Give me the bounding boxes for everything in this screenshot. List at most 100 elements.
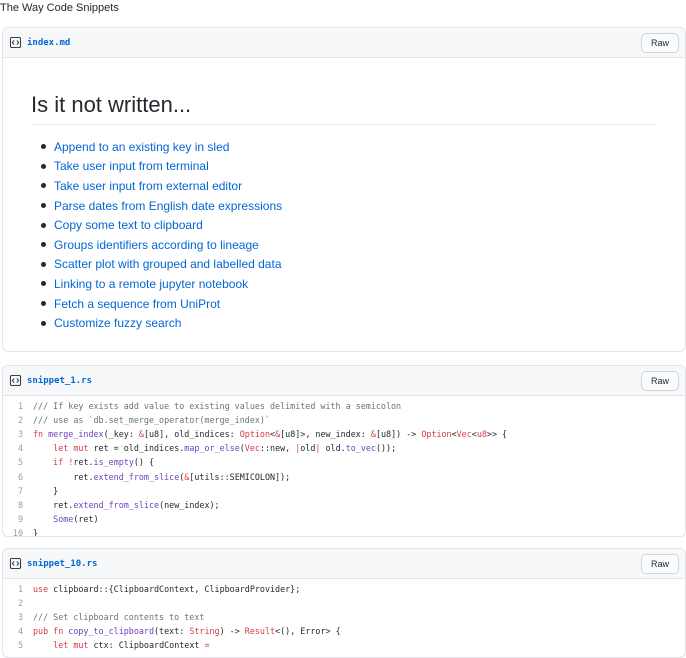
line-number[interactable]: 9 xyxy=(3,514,33,524)
raw-button[interactable]: Raw xyxy=(640,553,679,574)
snippet-link-label[interactable]: Groups identifiers according to lineage xyxy=(54,238,259,252)
code-token: Result xyxy=(244,626,276,637)
code-file-icon xyxy=(9,558,21,570)
code-token: (_key: xyxy=(103,429,139,440)
code-token: merge_index xyxy=(48,429,104,440)
snippet-link[interactable]: Copy some text to clipboard xyxy=(31,215,657,235)
snippet-link-label[interactable]: Copy some text to clipboard xyxy=(54,218,203,232)
bullet-icon xyxy=(41,242,46,248)
code-token: /// use as `db.set_merge_operator(merge_… xyxy=(33,415,270,426)
code-text: fn merge_index(_key: &[u8], old_indices:… xyxy=(33,429,507,439)
code-text: ret.extend_from_slice(&[utils::SEMICOLON… xyxy=(33,472,290,482)
line-number[interactable]: 1 xyxy=(3,401,33,411)
snippet-link[interactable]: Append to an existing key in sled xyxy=(31,137,657,157)
code-token: extend_from_slice xyxy=(73,499,160,510)
raw-button[interactable]: Raw xyxy=(640,32,679,53)
code-token: pub fn xyxy=(33,626,69,637)
code-text: use clipboard::{ClipboardContext, Clipbo… xyxy=(33,584,300,594)
code-token: copy_to_clipboard xyxy=(68,626,155,637)
snippet-link-label[interactable]: Scatter plot with grouped and labelled d… xyxy=(54,257,282,271)
markdown-heading: Is it not written... xyxy=(31,92,657,125)
code-line: 2/// use as `db.set_merge_operator(merge… xyxy=(3,413,685,427)
code-token: ()); xyxy=(375,443,397,454)
code-token: is_empty xyxy=(93,457,134,468)
file-name-link[interactable]: snippet_10.rs xyxy=(27,559,97,569)
code-token: map_or_else xyxy=(184,443,240,454)
line-number[interactable]: 2 xyxy=(3,415,33,425)
code-text: /// If key exists add value to existing … xyxy=(33,401,401,411)
code-text: Some(ret) xyxy=(33,513,99,524)
snippet-link-label[interactable]: Customize fuzzy search xyxy=(54,316,181,330)
snippet-link[interactable]: Scatter plot with grouped and labelled d… xyxy=(31,255,657,275)
code-line: 9 Some(ret) xyxy=(3,512,685,526)
bullet-icon xyxy=(41,144,46,150)
line-number[interactable]: 10 xyxy=(3,528,33,536)
bullet-icon xyxy=(41,320,46,326)
line-number[interactable]: 6 xyxy=(3,472,33,482)
line-number[interactable]: 8 xyxy=(3,500,33,510)
code-block: 1/// If key exists add value to existing… xyxy=(3,396,685,537)
code-token: [u8]>, new_index: xyxy=(280,429,371,440)
snippet-link-label[interactable]: Fetch a sequence from UniProt xyxy=(54,297,220,311)
snippet-link[interactable]: Parse dates from English date expression… xyxy=(31,196,657,216)
code-token: Vec xyxy=(244,443,260,454)
file-header: snippet_1.rs Raw xyxy=(3,366,685,396)
line-number[interactable]: 5 xyxy=(3,457,33,467)
code-line: 1/// If key exists add value to existing… xyxy=(3,399,685,413)
code-token: = xyxy=(204,640,210,651)
line-number[interactable]: 1 xyxy=(3,584,33,594)
snippet-link-list: Append to an existing key in sled Take us… xyxy=(31,137,657,333)
line-number[interactable]: 7 xyxy=(3,486,33,496)
raw-button[interactable]: Raw xyxy=(640,370,679,391)
code-line: 7 } xyxy=(3,484,685,498)
code-token: clipboard::{ClipboardContext, ClipboardP… xyxy=(53,584,301,595)
code-token: ctx: ClipboardContext xyxy=(93,640,205,651)
code-token: Some xyxy=(53,513,74,524)
snippet-link[interactable]: Groups identifiers according to lineage xyxy=(31,235,657,255)
bullet-icon xyxy=(41,222,46,228)
file-name-link[interactable]: index.md xyxy=(27,38,70,48)
code-card-snippet-10: snippet_10.rs Raw 1 use clipboard::{Clipb… xyxy=(2,548,686,658)
snippet-link-label[interactable]: Append to an existing key in sled xyxy=(54,140,229,154)
line-number[interactable]: 4 xyxy=(3,443,33,453)
code-token: (ret) xyxy=(73,513,99,524)
code-token: ret = old_indices. xyxy=(93,443,185,454)
code-text: if !ret.is_empty() { xyxy=(33,457,154,467)
code-line: 5 if !ret.is_empty() { xyxy=(3,455,685,469)
line-number[interactable]: 4 xyxy=(3,626,33,636)
snippet-link-label[interactable]: Take user input from terminal xyxy=(54,159,209,173)
snippet-link[interactable]: Take user input from external editor xyxy=(31,176,657,196)
file-header: index.md Raw xyxy=(3,28,685,58)
bullet-icon xyxy=(41,183,46,189)
code-token: } xyxy=(33,527,39,537)
snippet-link[interactable]: Fetch a sequence from UniProt xyxy=(31,294,657,314)
code-token: [utils::SEMICOLON]); xyxy=(189,471,291,482)
code-token: u8 xyxy=(476,429,487,440)
file-name-link[interactable]: snippet_1.rs xyxy=(27,376,92,386)
code-file-icon xyxy=(9,37,21,49)
code-token: extend_from_slice xyxy=(93,471,180,482)
snippet-link[interactable]: Linking to a remote jupyter notebook xyxy=(31,274,657,294)
bullet-icon xyxy=(41,203,46,209)
line-number[interactable]: 5 xyxy=(3,640,33,650)
code-token: >> { xyxy=(486,429,508,440)
line-number[interactable]: 2 xyxy=(3,598,33,608)
code-token: ret. xyxy=(33,499,74,510)
code-token: ::new, xyxy=(259,443,296,454)
snippet-link-label[interactable]: Linking to a remote jupyter notebook xyxy=(54,277,248,291)
line-number[interactable]: 3 xyxy=(3,612,33,622)
snippet-link[interactable]: Customize fuzzy search xyxy=(31,313,657,333)
code-line: 4 pub fn copy_to_clipboard(text: String) … xyxy=(3,624,685,638)
code-token: if xyxy=(53,457,69,468)
snippet-link[interactable]: Take user input from terminal xyxy=(31,157,657,177)
code-line: 8 ret.extend_from_slice(new_index); xyxy=(3,498,685,512)
code-token: } xyxy=(33,485,59,496)
snippet-link-label[interactable]: Parse dates from English date expression… xyxy=(54,199,282,213)
code-token: <(), Error> { xyxy=(275,626,341,637)
code-token: (text: xyxy=(154,626,190,637)
snippet-link-label[interactable]: Take user input from external editor xyxy=(54,179,242,193)
code-token: (new_index); xyxy=(159,499,220,510)
line-number[interactable]: 3 xyxy=(3,429,33,439)
